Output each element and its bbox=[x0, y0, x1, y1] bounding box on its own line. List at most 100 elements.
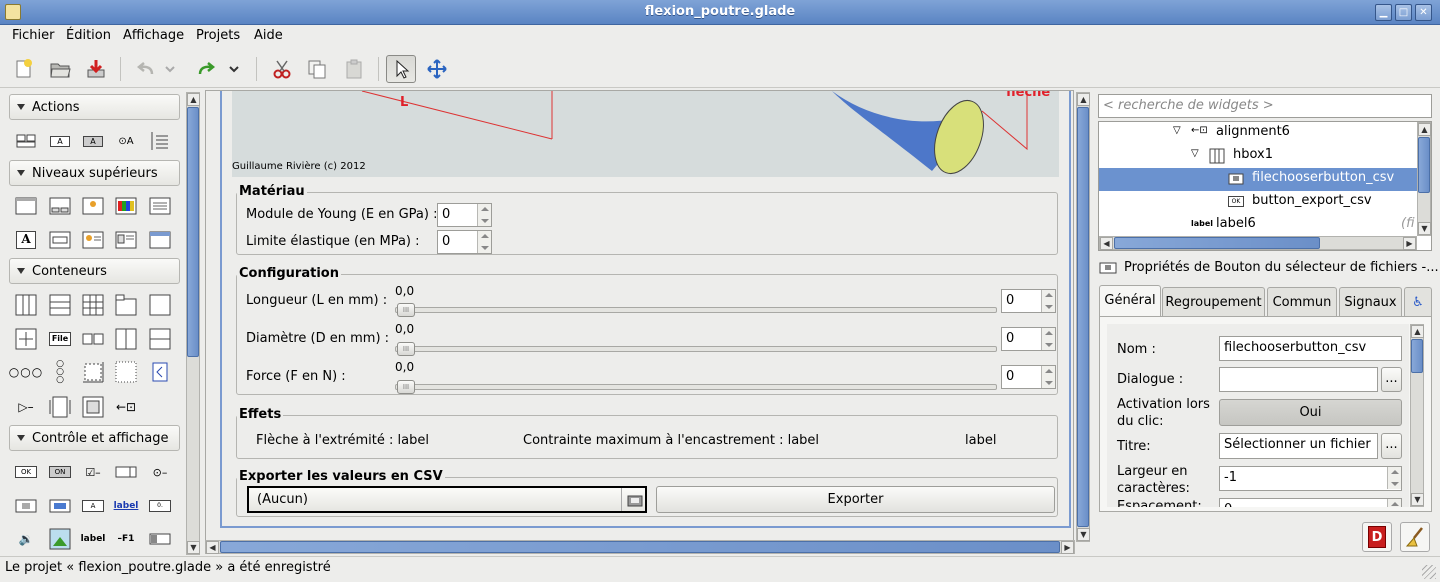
color-dialog-icon[interactable] bbox=[113, 193, 139, 219]
menu-affichage[interactable]: Affichage bbox=[123, 28, 184, 43]
dialogue-input[interactable] bbox=[1219, 367, 1378, 392]
maximize-icon[interactable]: □ bbox=[1395, 4, 1412, 21]
tab-commun[interactable]: Commun bbox=[1267, 287, 1337, 317]
redo-dropdown-icon[interactable] bbox=[224, 55, 244, 83]
diametre-slider[interactable]: III bbox=[395, 342, 997, 356]
export-button[interactable]: Exporter bbox=[656, 486, 1055, 513]
tree-row-alignment6[interactable]: ▽ ←⊡ alignment6 bbox=[1099, 122, 1417, 145]
tree-row-filechooserbutton[interactable]: filechooserbutton_csv bbox=[1099, 168, 1417, 191]
properties-vscrollbar[interactable]: ▲ ▼ bbox=[1410, 324, 1424, 507]
diametre-slider-knob[interactable]: III bbox=[397, 342, 415, 356]
design-hscrollbar[interactable]: ◀ ▶ bbox=[205, 540, 1075, 554]
expander-icon[interactable]: File bbox=[47, 326, 73, 352]
save-icon[interactable] bbox=[81, 55, 111, 83]
force-spin[interactable]: 0 bbox=[1001, 365, 1056, 389]
tree-row-button-export[interactable]: OK button_export_csv bbox=[1099, 191, 1417, 214]
diametre-spin[interactable]: 0 bbox=[1001, 327, 1056, 351]
cut-icon[interactable] bbox=[267, 55, 297, 83]
titre-ellipsis-button[interactable]: ... bbox=[1381, 433, 1402, 459]
copy-icon[interactable] bbox=[302, 55, 332, 83]
check-button-icon[interactable]: ☑– bbox=[80, 459, 106, 485]
espacement-spin[interactable]: 0 bbox=[1219, 498, 1402, 507]
longueur-slider[interactable]: III bbox=[395, 303, 997, 317]
tree-scroll-down-icon[interactable]: ▼ bbox=[1418, 222, 1431, 235]
action-group-icon[interactable] bbox=[147, 128, 173, 154]
properties-vscroll-thumb[interactable] bbox=[1411, 339, 1423, 373]
tree-hscroll-thumb[interactable] bbox=[1114, 237, 1320, 249]
volume-button-icon[interactable]: 🔉 bbox=[13, 526, 39, 552]
vpaned-icon[interactable] bbox=[147, 326, 173, 352]
file-dialog-icon[interactable] bbox=[147, 193, 173, 219]
undo-dropdown-icon[interactable] bbox=[160, 55, 180, 83]
message-dialog-icon[interactable] bbox=[80, 227, 106, 253]
resize-grip[interactable] bbox=[1422, 565, 1436, 579]
tree-row-hbox1[interactable]: ▽ hbox1 bbox=[1099, 145, 1417, 168]
toolbar-container-icon[interactable]: ○ ○ ○ bbox=[47, 359, 73, 385]
button-box-icon[interactable] bbox=[80, 326, 106, 352]
force-slider[interactable]: III bbox=[395, 380, 997, 394]
tree-vscroll-thumb[interactable] bbox=[1418, 137, 1430, 193]
tab-accessibility[interactable]: ♿ bbox=[1404, 287, 1432, 317]
menubar-container-icon[interactable]: ○○○ bbox=[9, 359, 42, 385]
radio-button-icon[interactable]: ⊙– bbox=[147, 459, 173, 485]
largeur-spin[interactable]: -1 bbox=[1219, 466, 1402, 491]
hpaned-icon[interactable] bbox=[113, 326, 139, 352]
fixed-icon[interactable] bbox=[113, 359, 139, 385]
scroll-down-icon[interactable]: ▼ bbox=[187, 541, 200, 554]
hscale-icon[interactable]: 0. bbox=[147, 493, 173, 519]
file-chooser-button-icon[interactable] bbox=[13, 493, 39, 519]
design-scroll-down-icon[interactable]: ▼ bbox=[1077, 528, 1090, 541]
palette-section-actions[interactable]: Actions bbox=[9, 94, 180, 120]
longueur-slider-knob[interactable]: III bbox=[397, 303, 415, 317]
widget-search-input[interactable]: < recherche de widgets > bbox=[1098, 94, 1432, 118]
link-button-icon[interactable]: label bbox=[113, 493, 139, 519]
viewport-icon[interactable] bbox=[47, 394, 73, 420]
handle-box-icon[interactable]: ←⊡ bbox=[113, 394, 139, 420]
radio-action-icon[interactable]: A bbox=[80, 128, 106, 154]
design-vscroll-thumb[interactable] bbox=[1077, 107, 1089, 527]
layout-icon[interactable] bbox=[80, 359, 106, 385]
recent-action-icon[interactable]: ⊙A bbox=[113, 128, 139, 154]
design-scroll-right-icon[interactable]: ▶ bbox=[1061, 541, 1074, 554]
hbox-icon[interactable] bbox=[13, 292, 39, 318]
clear-broom-icon[interactable] bbox=[1400, 522, 1430, 552]
tree-vscrollbar[interactable]: ▲ ▼ bbox=[1417, 122, 1431, 236]
longueur-spin[interactable]: 0 bbox=[1001, 289, 1056, 313]
titre-input[interactable]: Sélectionner un fichier bbox=[1219, 433, 1378, 459]
menu-fichier[interactable]: Fichier bbox=[12, 28, 55, 43]
drag-resize-icon[interactable] bbox=[422, 55, 452, 83]
event-box-icon[interactable] bbox=[147, 359, 173, 385]
palette-section-toplevels[interactable]: Niveaux supérieurs bbox=[9, 160, 180, 186]
window-icon[interactable] bbox=[13, 193, 39, 219]
assistant-icon[interactable] bbox=[147, 227, 173, 253]
table-icon[interactable] bbox=[80, 292, 106, 318]
input-dialog-icon[interactable] bbox=[47, 227, 73, 253]
select-pointer-icon[interactable] bbox=[386, 55, 416, 83]
design-scroll-up-icon[interactable]: ▲ bbox=[1077, 93, 1090, 106]
label-widget-icon[interactable]: A bbox=[80, 493, 106, 519]
image-icon[interactable] bbox=[47, 526, 73, 552]
tree-scroll-left-icon[interactable]: ◀ bbox=[1100, 237, 1113, 250]
vbox-icon[interactable] bbox=[47, 292, 73, 318]
redo-icon[interactable] bbox=[192, 55, 222, 83]
open-folder-icon[interactable] bbox=[45, 55, 75, 83]
palette-section-controls[interactable]: Contrôle et affichage bbox=[9, 425, 180, 451]
notebook-icon[interactable] bbox=[113, 292, 139, 318]
progress-bar-icon[interactable] bbox=[147, 526, 173, 552]
properties-scroll-down-icon[interactable]: ▼ bbox=[1411, 493, 1424, 506]
about-dialog-icon[interactable] bbox=[80, 193, 106, 219]
design-scroll-left-icon[interactable]: ◀ bbox=[206, 541, 219, 554]
frame-icon[interactable] bbox=[147, 292, 173, 318]
menu-projets[interactable]: Projets bbox=[196, 28, 240, 43]
devhelp-icon[interactable]: D bbox=[1362, 522, 1392, 552]
undo-icon[interactable] bbox=[130, 55, 160, 83]
entry-icon[interactable] bbox=[47, 493, 73, 519]
menu-edition[interactable]: Édition bbox=[66, 28, 111, 43]
paste-icon[interactable] bbox=[339, 55, 369, 83]
font-dialog-icon[interactable]: A bbox=[13, 227, 39, 253]
minimize-icon[interactable]: ▁ bbox=[1375, 4, 1392, 21]
tab-regroupement[interactable]: Regroupement bbox=[1162, 287, 1265, 317]
ok-button-icon[interactable]: OK bbox=[13, 459, 39, 485]
new-file-icon[interactable] bbox=[9, 55, 39, 83]
design-vscrollbar[interactable]: ▲ ▼ bbox=[1076, 92, 1090, 542]
